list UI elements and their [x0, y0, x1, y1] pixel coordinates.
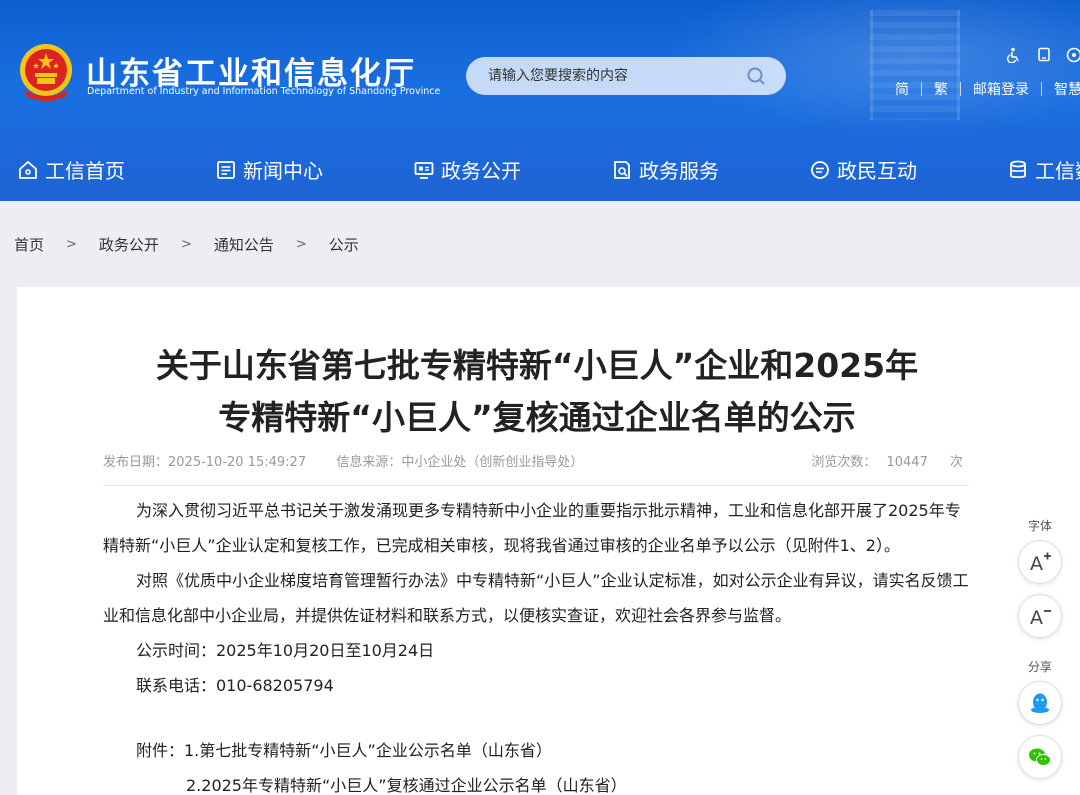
mail-login-link[interactable]: 邮箱登录	[973, 79, 1029, 99]
nav-item-label: 政务服务	[639, 159, 719, 183]
share-qq-button[interactable]	[1018, 681, 1062, 725]
side-tools: 字体 A A 分享	[1016, 517, 1064, 779]
nav-item-home[interactable]: 工信首页	[17, 155, 125, 184]
wechat-icon	[1029, 748, 1051, 766]
publish-date: 2025-10-20 15:49:27	[168, 455, 307, 470]
simplified-chinese-link[interactable]: 简	[895, 79, 909, 99]
breadcrumb-home[interactable]: 首页	[14, 234, 44, 255]
article-paragraph: 为深入贯彻习近平总书记关于激发涌现更多专精特新中小企业的重要指示批示精神，工业和…	[103, 501, 961, 555]
nav-item-gov-services[interactable]: 政务服务	[611, 155, 719, 184]
share-label: 分享	[1027, 660, 1052, 674]
views-unit: 次	[949, 455, 963, 470]
service-icon	[614, 160, 630, 179]
article-paragraph: 对照《优质中小企业梯度培育管理暂行办法》中专精特新“小巨人”企业认定标准，如对公…	[103, 571, 969, 625]
attachment-link[interactable]: 2.2025年专精特新“小巨人”复核通过企业公示名单（山东省）	[103, 768, 973, 795]
mobile-icon[interactable]	[1036, 47, 1052, 63]
chat-icon	[811, 160, 829, 179]
qq-icon	[1031, 693, 1049, 713]
link-divider	[1041, 82, 1042, 96]
attachment-link[interactable]: 附件：1.第七批专精特新“小巨人”企业公示名单（山东省）	[103, 733, 973, 768]
article-card: 关于山东省第七批专精特新“小巨人”企业和2025年 专精特新“小巨人”复核通过企…	[17, 287, 1080, 795]
share-wechat-button[interactable]	[1018, 735, 1062, 779]
notice-time: 公示时间：2025年10月20日至10月24日	[136, 641, 435, 660]
top-icon-bar	[1006, 47, 1080, 64]
search-icon[interactable]	[746, 66, 766, 86]
nav-item-data[interactable]: 工信数	[1007, 155, 1080, 184]
font-size-label: 字体	[1027, 519, 1052, 533]
main-nav: 工信首页 新闻中心 政务公开 政务服务 政民互动 工信数	[0, 135, 1080, 201]
accessibility-icon[interactable]	[1006, 47, 1022, 64]
search-input[interactable]	[488, 57, 738, 95]
smart-link[interactable]: 智慧	[1054, 79, 1080, 99]
source-label: 信息来源：	[336, 455, 402, 470]
site-subtitle: Department of Industry and Information T…	[87, 86, 441, 97]
nav-item-interaction[interactable]: 政民互动	[809, 155, 917, 184]
wechat-mini-icon[interactable]	[1066, 47, 1080, 63]
source-value: 中小企业处（创新创业指导处）	[401, 455, 584, 470]
font-increase-button[interactable]: A	[1018, 540, 1062, 584]
article-meta: 发布日期：2025-10-20 15:49:27 信息来源：中小企业处（创新创业…	[103, 451, 963, 475]
search-box[interactable]	[466, 57, 786, 95]
header-building-decoration	[870, 10, 960, 120]
link-divider	[960, 82, 961, 96]
nav-item-label: 政务公开	[441, 159, 521, 183]
contact-phone: 联系电话：010-68205794	[136, 676, 334, 695]
nav-item-label: 政民互动	[837, 159, 917, 183]
traditional-chinese-link[interactable]: 繁	[934, 79, 948, 99]
monitor-icon	[414, 161, 434, 179]
font-increase-icon: A	[1030, 552, 1051, 575]
meta-divider	[103, 485, 969, 486]
views-label: 浏览次数：	[811, 455, 877, 470]
nav-item-label: 工信首页	[45, 159, 125, 183]
breadcrumb: 首页 > 政务公开 > 通知公告 > 公示	[14, 234, 359, 255]
font-decrease-button[interactable]: A	[1018, 594, 1062, 638]
breadcrumb-gov-affairs[interactable]: 政务公开	[99, 234, 159, 255]
views-value: 10447	[886, 455, 928, 470]
news-icon	[217, 160, 235, 179]
article-title: 关于山东省第七批专精特新“小巨人”企业和2025年 专精特新“小巨人”复核通过企…	[17, 340, 1057, 444]
svg-text:A: A	[1030, 607, 1043, 629]
national-emblem-icon[interactable]	[16, 42, 76, 104]
breadcrumb-separator: >	[295, 237, 307, 252]
link-divider	[921, 82, 922, 96]
view-count: 浏览次数： 10447 次	[811, 451, 963, 470]
article-body: 为深入贯彻习近平总书记关于激发涌现更多专精特新中小企业的重要指示批示精神，工业和…	[103, 493, 973, 795]
breadcrumb-separator: >	[66, 237, 77, 252]
breadcrumb-separator: >	[180, 237, 192, 252]
home-icon	[19, 160, 37, 179]
breadcrumb-notices[interactable]: 通知公告	[214, 234, 274, 255]
nav-item-gov-affairs[interactable]: 政务公开	[413, 155, 521, 184]
database-icon	[1010, 160, 1026, 178]
breadcrumb-current[interactable]: 公示	[329, 234, 359, 255]
font-decrease-icon: A	[1030, 607, 1051, 629]
publish-label: 发布日期：	[103, 455, 169, 470]
nav-item-label: 工信数	[1035, 159, 1080, 183]
article-title-line: 专精特新“小巨人”复核通过企业名单的公示	[218, 398, 856, 437]
top-links: 简 繁 邮箱登录 智慧	[895, 79, 1080, 99]
site-header: 山东省工业和信息化厅 Department of Industry and In…	[0, 0, 1080, 201]
svg-text:A: A	[1030, 553, 1043, 575]
nav-item-news[interactable]: 新闻中心	[215, 155, 323, 184]
nav-item-label: 新闻中心	[243, 159, 323, 183]
article-title-line: 关于山东省第七批专精特新“小巨人”企业和2025年	[155, 346, 919, 385]
